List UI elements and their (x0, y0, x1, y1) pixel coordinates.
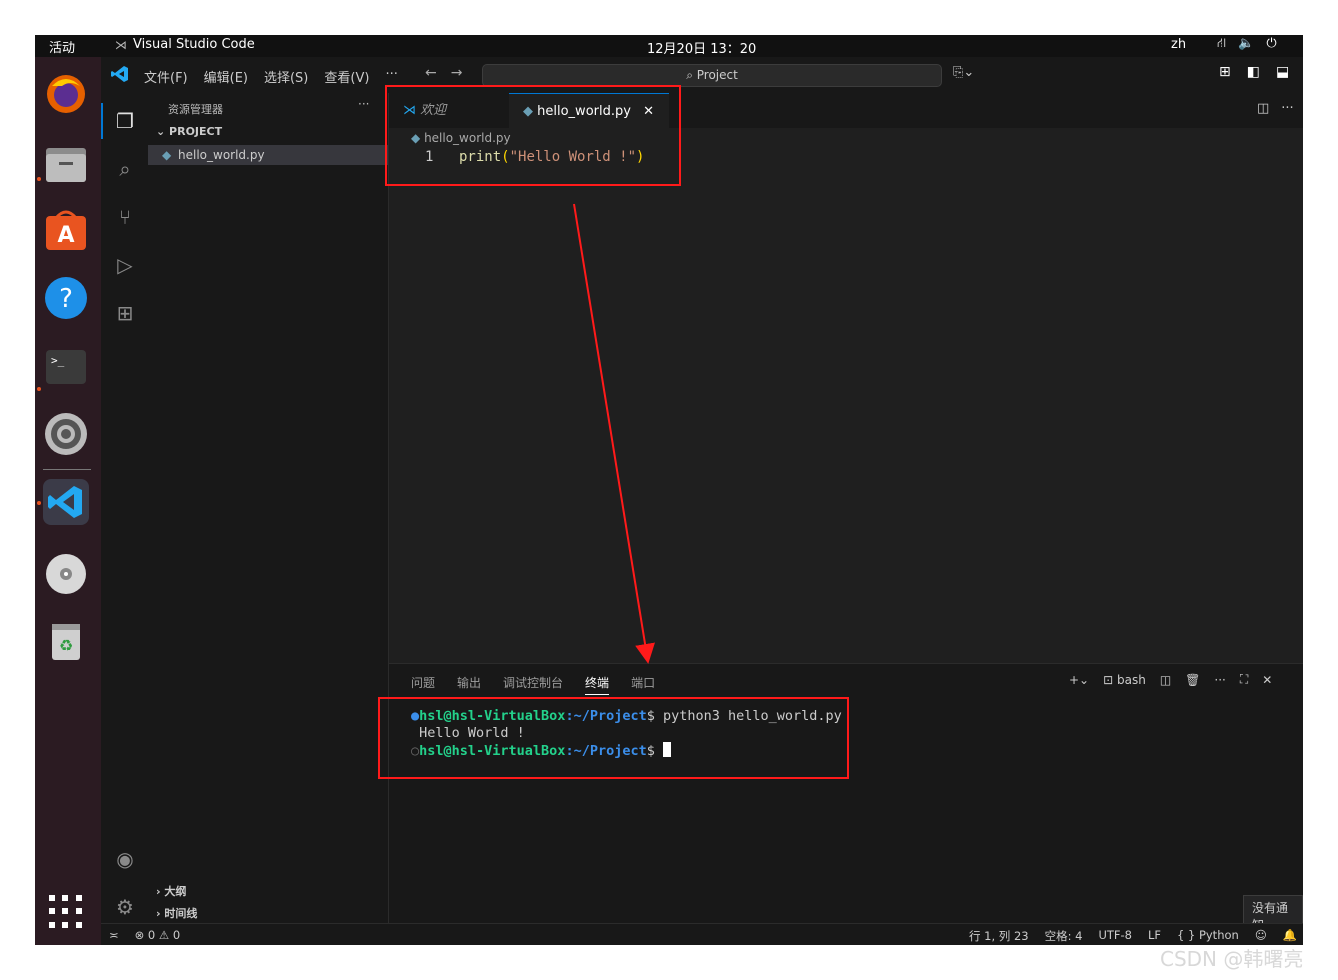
watermark: CSDN @韩曙亮 (1160, 947, 1304, 971)
annotation-arrow (573, 203, 655, 664)
